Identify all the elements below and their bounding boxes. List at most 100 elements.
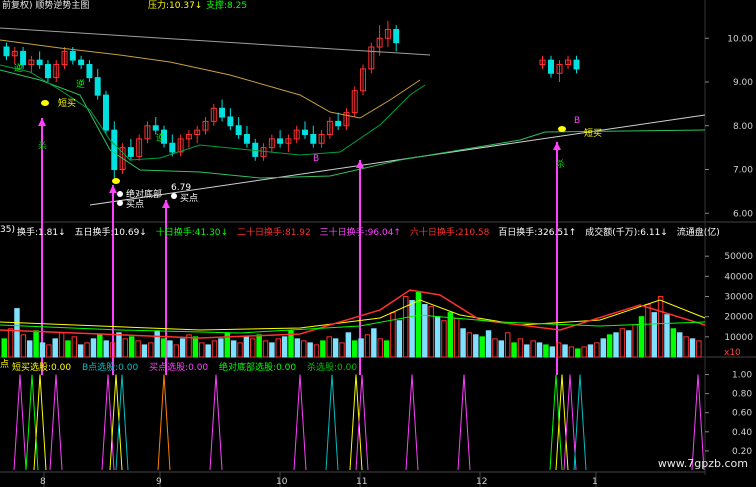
signal-tick-label: 0.80 [732, 390, 752, 400]
signal-spike [325, 374, 339, 471]
volume-bar [237, 342, 243, 358]
volume-panel [0, 289, 706, 358]
volume-bar [128, 336, 135, 358]
date-tick-label: 8 [40, 477, 46, 487]
support-label: 支撑:8.25 [206, 1, 248, 11]
volume-bar [638, 316, 645, 358]
signal-spike [293, 374, 307, 471]
volume-bar [364, 334, 371, 358]
candle [227, 116, 234, 127]
volume-bar [281, 336, 288, 358]
volume-bar [568, 346, 575, 358]
ind-float-shares: 流通盘(亿) [676, 228, 720, 238]
date-tick-label: 9 [156, 477, 162, 487]
candle [78, 59, 85, 65]
signal-tick-label: 0.40 [732, 428, 752, 438]
signal-indicator-bar: 短买选股:0.00 B点选股:0.00 买点选股:0.00 绝对底部选股:0.0… [12, 360, 365, 373]
signal-tick-label: 0.20 [732, 447, 752, 457]
volume-bar [447, 312, 454, 358]
candle [243, 134, 250, 144]
volume-bar [97, 334, 103, 358]
ind-turnover: 换手:1.81↓ [17, 228, 66, 238]
volume-bar [479, 336, 485, 358]
candle [3, 46, 10, 57]
price-tick-label: 8.00 [733, 122, 753, 132]
annotation-buy-point-2: 买点 [180, 194, 199, 204]
annotation-kill-right: 杀 [556, 160, 566, 170]
date-tick-label: 1 [592, 477, 598, 487]
volume-bar [492, 338, 498, 358]
short-buy-marker [41, 100, 49, 106]
volume-bar [549, 346, 556, 358]
candle-right [573, 59, 580, 70]
volume-bar [441, 320, 447, 358]
volume-bar [409, 300, 415, 358]
volume-bar [103, 340, 109, 358]
candle [103, 94, 109, 131]
sig-absolute-bottom: 绝对底部选股:0.00 [219, 363, 297, 373]
volume-bar [600, 338, 606, 358]
volume-bar [536, 342, 543, 358]
annotation-reverse-1: 逆 [14, 64, 24, 74]
volume-bar [20, 334, 27, 358]
volume-bar [58, 332, 65, 358]
watermark: www.7gpzb.com [657, 457, 748, 470]
volume-bar [524, 344, 530, 358]
volume-bar [434, 316, 441, 358]
volume-bar [511, 342, 517, 358]
signal-spike [573, 374, 587, 471]
volume-bar [594, 342, 600, 358]
volume-bar [320, 340, 326, 358]
annotation-kill-left: 杀 [38, 142, 48, 152]
volume-bar [1, 338, 7, 358]
candle [86, 64, 93, 79]
signal-tick-label: 0.60 [732, 409, 752, 419]
signal-spike [405, 374, 419, 471]
volume-bar [211, 340, 218, 358]
candle [94, 77, 101, 96]
volume-bar [657, 296, 664, 358]
ind-turnover-60d: 六十日换手:210.58 [409, 228, 490, 238]
volume-bar [141, 344, 148, 358]
signal-spike [349, 374, 363, 471]
volume-bar [352, 340, 358, 358]
volume-bar [262, 340, 269, 358]
buy-point-marker [117, 200, 123, 206]
signal-spike [13, 374, 27, 471]
annotation-buy-point-1: 买点 [126, 200, 145, 210]
volume-bar [199, 342, 205, 358]
volume-scale-x10: x10 [724, 348, 741, 358]
volume-bar [173, 344, 180, 358]
signal-tick-label: 1.00 [732, 371, 752, 381]
annotation-b-1: B [313, 154, 320, 164]
price-tick-label: 6.00 [733, 209, 753, 219]
annotation-short-buy-right: 短买 [584, 129, 603, 139]
price-tick-label: 10.00 [727, 34, 753, 44]
volume-tick-label: 50000 [724, 252, 753, 262]
candle [127, 147, 134, 157]
price-tick-label: 9.00 [733, 78, 753, 88]
volume-bar [326, 336, 332, 358]
volume-bar [122, 338, 129, 358]
volume-bar [422, 304, 428, 358]
signal-spike [101, 374, 115, 471]
volume-bar [377, 338, 383, 358]
volume-bar [313, 344, 320, 358]
signal-spike [549, 374, 563, 471]
ind-turnover-5d: 五日换手:10.69↓ [74, 228, 147, 238]
signal-arrow-head [553, 142, 561, 150]
sig-kill: 杀选股:0.00 [306, 363, 358, 373]
date-tick-label: 10 [276, 477, 288, 487]
volume-bar [230, 340, 237, 358]
chart-title: 前复权) 顺势逆势主图 [2, 1, 90, 11]
candle [235, 125, 242, 135]
volume-bar [645, 304, 651, 358]
volume-bar [670, 328, 677, 358]
date-tick-label: 12 [476, 477, 487, 487]
volume-bar [339, 342, 345, 358]
volume-bar [275, 338, 281, 358]
short-buy-marker [112, 178, 120, 184]
volume-bar [65, 340, 71, 358]
volume-bar [243, 336, 250, 358]
volume-bar [345, 332, 352, 358]
